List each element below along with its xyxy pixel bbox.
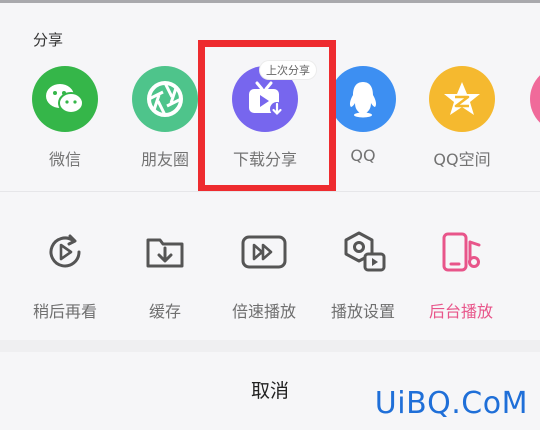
action-item-background-play[interactable]: 后台播放 (413, 228, 509, 322)
action-item-playback-speed[interactable]: 倍速播放 (216, 228, 312, 322)
playback-speed-icon (240, 228, 288, 276)
action-row: 稍后再看 缓存 倍速播放 播放设置 后台播放 (0, 228, 540, 328)
action-item-watch-later[interactable]: 稍后再看 (17, 228, 113, 322)
watermark: UiBQ.CoM (374, 386, 528, 421)
share-item-partial[interactable] (518, 66, 540, 132)
share-item-moments[interactable]: 朋友圈 (120, 66, 210, 170)
highlight-box (198, 40, 336, 192)
sheet-top-edge (0, 0, 540, 3)
action-item-label: 缓存 (148, 302, 181, 321)
section-gap (0, 340, 540, 352)
playback-settings-icon (339, 228, 387, 276)
watch-later-icon (41, 228, 89, 276)
moments-aperture-icon (132, 66, 198, 132)
action-item-cache[interactable]: 缓存 (117, 228, 213, 322)
share-item-wechat[interactable]: 微信 (20, 66, 110, 170)
action-item-playback-settings[interactable]: 播放设置 (315, 228, 411, 322)
cache-download-icon (141, 228, 189, 276)
share-item-label: 微信 (48, 150, 81, 169)
share-item-label: 朋友圈 (140, 150, 189, 169)
section-divider (0, 191, 540, 192)
wechat-icon (32, 66, 98, 132)
share-section-title: 分享 (33, 31, 64, 49)
share-item-label: QQ空间 (433, 150, 491, 169)
qq-penguin-icon (330, 66, 396, 132)
qzone-star-icon (429, 66, 495, 132)
action-item-label: 倍速播放 (231, 302, 296, 321)
more-share-icon (530, 66, 540, 132)
action-item-label: 后台播放 (428, 302, 493, 321)
share-sheet: 分享 微信 朋友圈 下载分享 QQ QQ空间 上次分享 稍后再看 缓存 倍速播放… (0, 0, 540, 430)
share-item-qzone[interactable]: QQ空间 (417, 66, 507, 170)
background-play-icon (437, 228, 485, 276)
action-item-label: 稍后再看 (32, 302, 97, 321)
action-item-label: 播放设置 (330, 302, 395, 321)
